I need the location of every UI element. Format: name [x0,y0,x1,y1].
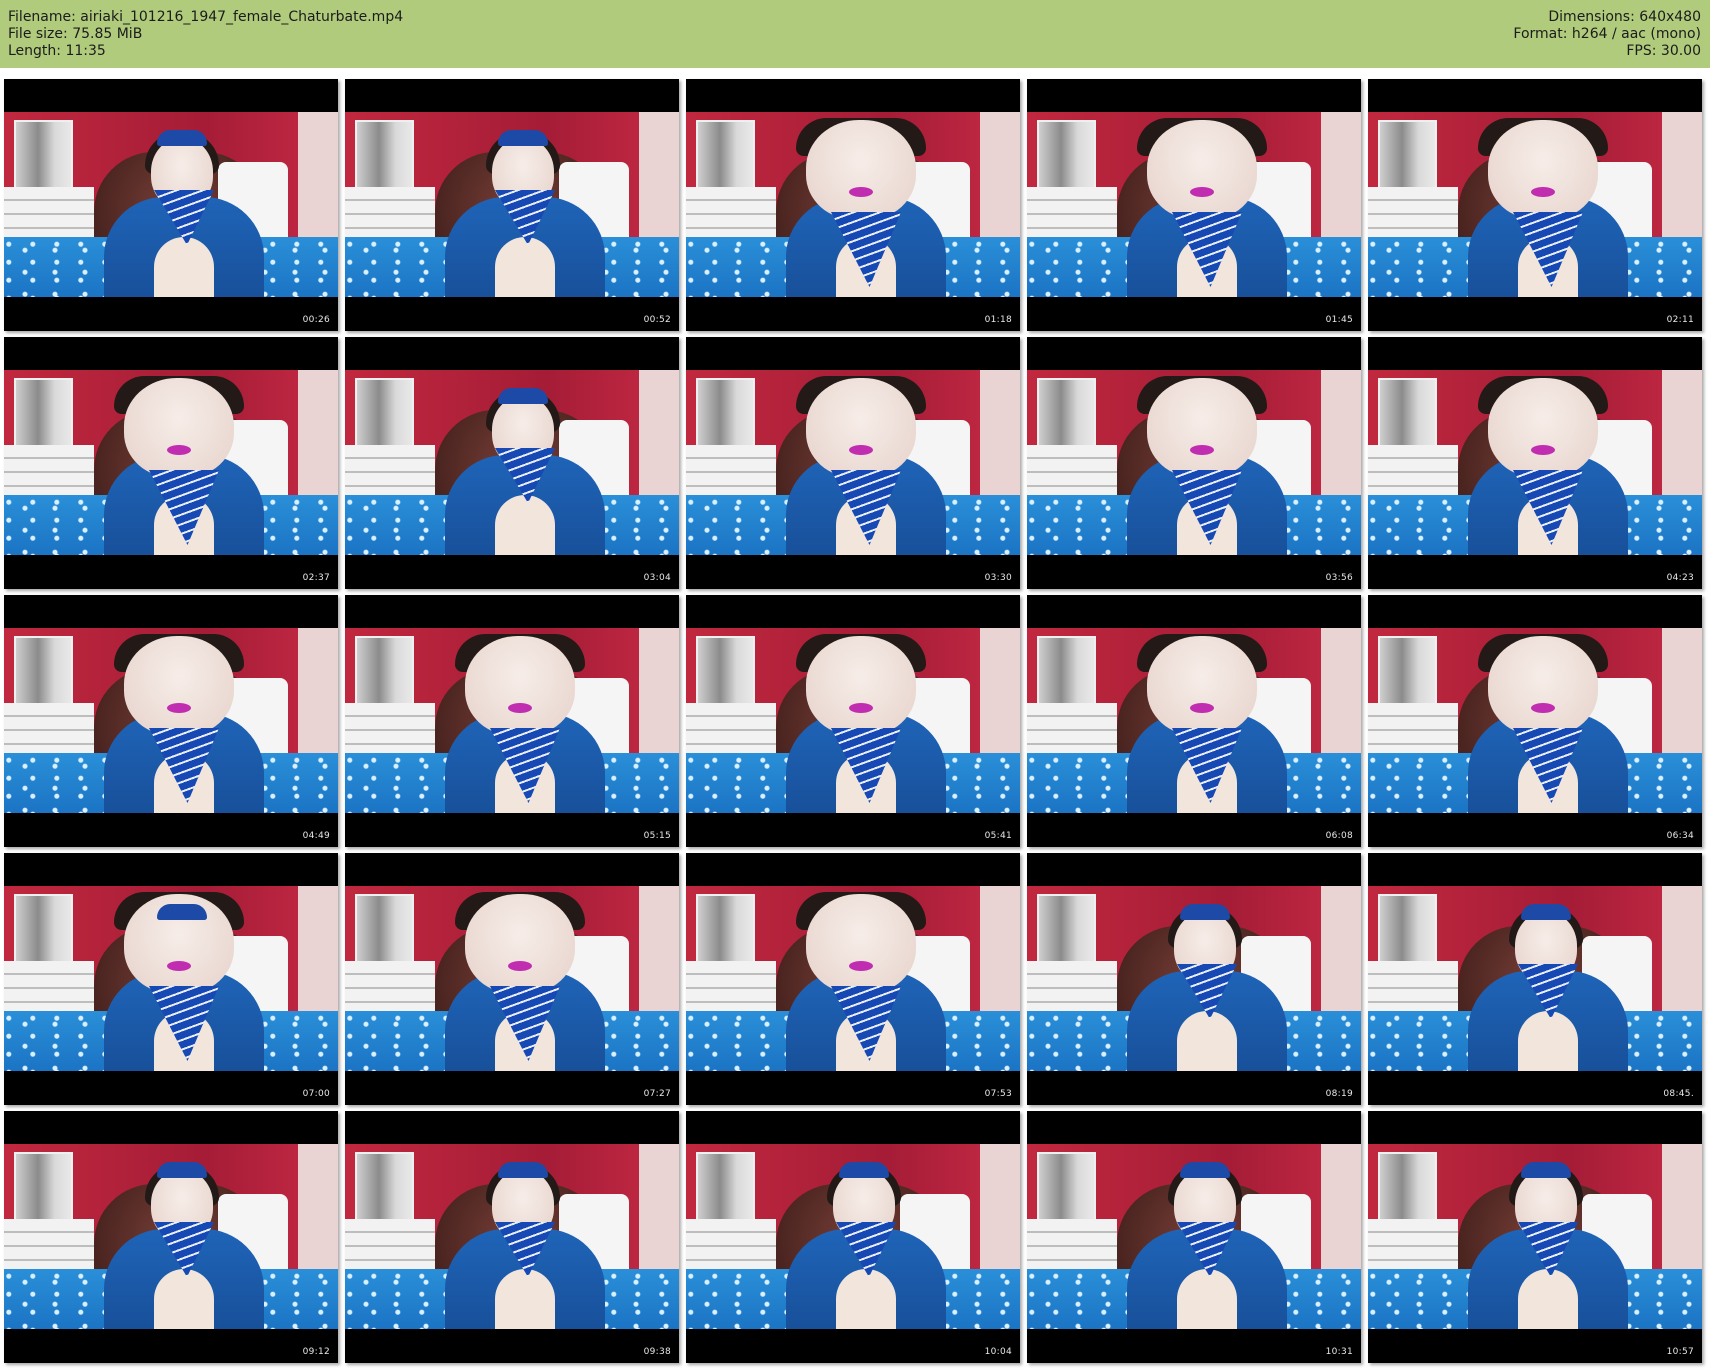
length-label: Length: 11:35 [8,43,106,59]
thumbnail-timestamp: 06:34 [1666,831,1694,841]
video-thumbnail[interactable]: 09:38 [345,1111,679,1363]
thumbnail-frame-image [4,628,338,813]
thumbnail-frame-image [1027,1144,1361,1329]
thumbnail-frame-image [4,1144,338,1329]
thumbnail-grid: 00:26 00:52 01:18 01:45 02:11 02:37 03:04 03:30… [4,79,1706,1363]
thumbnail-frame-image [345,1144,679,1329]
video-thumbnail[interactable]: 05:41 [686,595,1020,847]
video-thumbnail[interactable]: 03:56 [1027,337,1361,589]
file-info: Filename: airiaki_101216_1947_female_Cha… [8,9,403,60]
thumbnail-timestamp: 07:27 [643,1089,671,1099]
thumbnail-timestamp: 02:11 [1666,315,1694,325]
video-thumbnail[interactable]: 01:45 [1027,79,1361,331]
thumbnail-frame-image [1368,628,1702,813]
thumbnail-timestamp: 01:45 [1325,315,1353,325]
thumbnail-frame-image [1368,1144,1702,1329]
thumbnail-timestamp: 08:19 [1325,1089,1353,1099]
fps-label: FPS: 30.00 [1626,43,1701,59]
thumbnail-timestamp: 08:45. [1663,1089,1694,1099]
video-thumbnail[interactable]: 07:53 [686,853,1020,1105]
video-thumbnail[interactable]: 06:34 [1368,595,1702,847]
info-header: Filename: airiaki_101216_1947_female_Cha… [0,0,1710,68]
thumbnail-timestamp: 10:57 [1666,1347,1694,1357]
format-label: Format: h264 / aac (mono) [1513,26,1701,42]
video-thumbnail[interactable]: 08:45. [1368,853,1702,1105]
stream-info: Dimensions: 640x480 Format: h264 / aac (… [1513,9,1701,60]
thumbnail-frame-image [1027,886,1361,1071]
thumbnail-frame-image [1368,370,1702,555]
thumbnail-frame-image [686,1144,1020,1329]
thumbnail-timestamp: 04:23 [1666,573,1694,583]
video-thumbnail[interactable]: 09:12 [4,1111,338,1363]
thumbnail-timestamp: 07:53 [984,1089,1012,1099]
thumbnail-frame-image [1027,370,1361,555]
video-thumbnail[interactable]: 07:27 [345,853,679,1105]
thumbnail-timestamp: 01:18 [984,315,1012,325]
video-thumbnail[interactable]: 01:18 [686,79,1020,331]
video-thumbnail[interactable]: 10:04 [686,1111,1020,1363]
thumbnail-timestamp: 10:04 [984,1347,1012,1357]
thumbnail-timestamp: 00:26 [302,315,330,325]
thumbnail-frame-image [686,628,1020,813]
thumbnail-frame-image [4,112,338,297]
thumbnail-timestamp: 09:38 [643,1347,671,1357]
video-thumbnail[interactable]: 02:37 [4,337,338,589]
video-thumbnail[interactable]: 00:26 [4,79,338,331]
thumbnail-frame-image [1368,886,1702,1071]
thumbnail-timestamp: 03:56 [1325,573,1353,583]
thumbnail-timestamp: 10:31 [1325,1347,1353,1357]
video-thumbnail[interactable]: 03:30 [686,337,1020,589]
filename-label: Filename: airiaki_101216_1947_female_Cha… [8,9,404,25]
video-thumbnail[interactable]: 06:08 [1027,595,1361,847]
thumbnail-frame-image [1027,628,1361,813]
thumbnail-frame-image [1368,112,1702,297]
thumbnail-timestamp: 06:08 [1325,831,1353,841]
video-thumbnail[interactable]: 08:19 [1027,853,1361,1105]
thumbnail-frame-image [345,628,679,813]
thumbnail-timestamp: 05:15 [643,831,671,841]
dimensions-label: Dimensions: 640x480 [1548,9,1701,25]
filesize-label: File size: 75.85 MiB [8,26,143,42]
thumbnail-frame-image [4,370,338,555]
thumbnail-timestamp: 05:41 [984,831,1012,841]
thumbnail-frame-image [1027,112,1361,297]
video-thumbnail[interactable]: 03:04 [345,337,679,589]
video-thumbnail[interactable]: 07:00 [4,853,338,1105]
video-thumbnail[interactable]: 04:49 [4,595,338,847]
thumbnail-frame-image [686,886,1020,1071]
thumbnail-frame-image [686,112,1020,297]
thumbnail-timestamp: 04:49 [302,831,330,841]
thumbnail-timestamp: 07:00 [302,1089,330,1099]
video-thumbnail[interactable]: 10:57 [1368,1111,1702,1363]
thumbnail-timestamp: 02:37 [302,573,330,583]
thumbnail-frame-image [686,370,1020,555]
thumbnail-timestamp: 03:04 [643,573,671,583]
video-thumbnail[interactable]: 02:11 [1368,79,1702,331]
video-thumbnail[interactable]: 05:15 [345,595,679,847]
video-thumbnail[interactable]: 04:23 [1368,337,1702,589]
thumbnail-timestamp: 09:12 [302,1347,330,1357]
thumbnail-timestamp: 03:30 [984,573,1012,583]
video-thumbnail[interactable]: 00:52 [345,79,679,331]
thumbnail-timestamp: 00:52 [643,315,671,325]
thumbnail-frame-image [345,886,679,1071]
thumbnail-frame-image [4,886,338,1071]
video-thumbnail[interactable]: 10:31 [1027,1111,1361,1363]
thumbnail-frame-image [345,370,679,555]
thumbnail-frame-image [345,112,679,297]
